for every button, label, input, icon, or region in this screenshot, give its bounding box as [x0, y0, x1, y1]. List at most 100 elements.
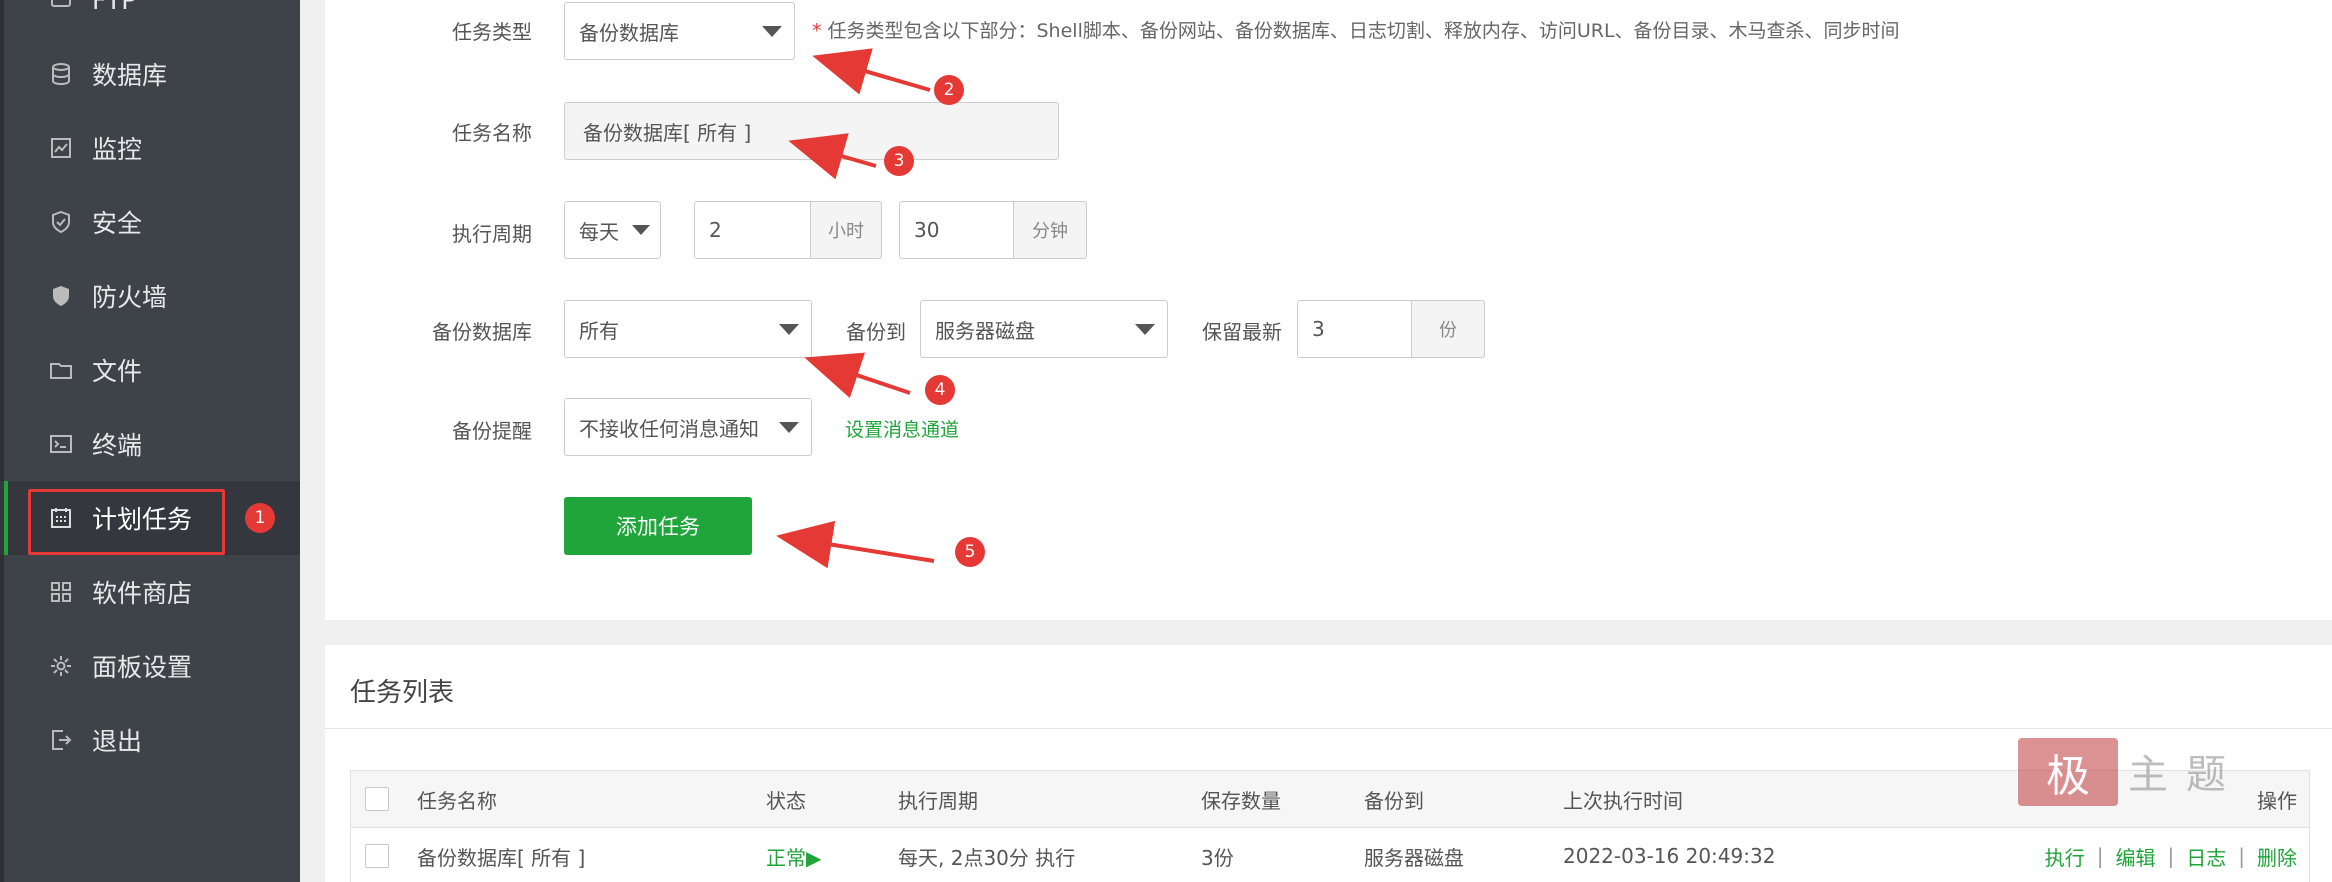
column-header-target: 备份到 — [1364, 788, 1424, 813]
separator: | — [2167, 844, 2175, 868]
run-link[interactable]: 执行 — [2045, 842, 2085, 871]
backup-db-select[interactable]: 所有 — [564, 300, 812, 358]
period-label: 执行周期 — [452, 222, 532, 246]
task-name-value: 备份数据库[ 所有 ] — [583, 120, 752, 145]
sidebar-item-ftp[interactable]: FTP — [0, 0, 300, 37]
select-all-checkbox[interactable] — [365, 787, 389, 811]
hour-unit: 小时 — [811, 201, 882, 259]
sidebar-item-label: 退出 — [92, 727, 143, 756]
task-type-select[interactable]: 备份数据库 — [564, 2, 795, 60]
task-name-input[interactable]: 备份数据库[ 所有 ] — [564, 102, 1059, 160]
watermark-seal: 极 — [2018, 738, 2118, 806]
gear-icon — [48, 653, 74, 679]
annotation-badge-1: 1 — [245, 503, 275, 533]
target-cell: 服务器磁盘 — [1364, 845, 1464, 870]
terminal-icon — [48, 431, 74, 457]
minute-input[interactable]: 30 — [899, 201, 1014, 259]
backup-db-label: 备份数据库 — [432, 320, 532, 344]
column-header-status: 状态 — [766, 788, 806, 813]
add-task-button[interactable]: 添加任务 — [564, 497, 752, 555]
sidebar-item-monitor[interactable]: 监控 — [0, 111, 300, 185]
highlight-box — [28, 489, 225, 555]
edit-link[interactable]: 编辑 — [2116, 842, 2156, 871]
last-run-cell: 2022-03-16 20:49:32 — [1563, 844, 1776, 868]
sidebar-item-database[interactable]: 数据库 — [0, 37, 300, 111]
notify-select[interactable]: 不接收任何消息通知 — [564, 398, 812, 456]
backup-to-label: 备份到 — [846, 320, 906, 344]
period-cell: 每天, 2点30分 执行 — [898, 845, 1076, 870]
log-link[interactable]: 日志 — [2186, 842, 2226, 871]
separator: | — [2096, 844, 2104, 868]
chevron-down-icon — [632, 225, 650, 235]
table-header: 任务名称 状态 执行周期 保存数量 备份到 上次执行时间 操作 — [350, 770, 2310, 828]
row-actions: 执行 | 编辑 | 日志 | 删除 — [2045, 828, 2297, 882]
annotation-badge-3: 3 — [884, 146, 914, 176]
sidebar-item-label: 面板设置 — [92, 653, 193, 682]
task-type-hint: * 任务类型包含以下部分：Shell脚本、备份网站、备份数据库、日志切割、释放内存… — [812, 16, 1900, 43]
required-star: * — [812, 20, 822, 42]
backup-to-select[interactable]: 服务器磁盘 — [920, 300, 1168, 358]
sidebar-item-label: 监控 — [92, 135, 143, 164]
sidebar-item-label: 终端 — [92, 431, 143, 460]
task-name-label: 任务名称 — [452, 121, 532, 145]
keep-value: 3 — [1312, 317, 1325, 341]
column-header-period: 执行周期 — [898, 788, 978, 813]
sidebar: FTP 数据库 监控 安全 防火墙 文件 终端 计划任务 软件商店 面板设置 退… — [0, 0, 300, 882]
column-header-last-run: 上次执行时间 — [1563, 788, 1683, 813]
active-indicator — [4, 481, 8, 555]
task-type-label: 任务类型 — [452, 20, 532, 44]
sidebar-item-security[interactable]: 安全 — [0, 185, 300, 259]
watermark-logo: 极 主题 — [2018, 738, 2258, 808]
sidebar-item-label: 安全 — [92, 209, 143, 238]
task-name-cell: 备份数据库[ 所有 ] — [417, 845, 586, 870]
table-row: 备份数据库[ 所有 ] 正常▶ 每天, 2点30分 执行 3份 服务器磁盘 20… — [350, 828, 2310, 882]
period-type-select[interactable]: 每天 — [564, 201, 661, 259]
column-header-actions: 操作 — [2257, 788, 2297, 813]
sidebar-item-label: FTP — [92, 0, 137, 15]
apps-grid-icon — [48, 579, 74, 605]
monitor-icon — [48, 135, 74, 161]
column-header-name: 任务名称 — [417, 788, 497, 813]
logout-icon — [48, 727, 74, 753]
firewall-icon — [48, 283, 74, 309]
hint-text: 任务类型包含以下部分：Shell脚本、备份网站、备份数据库、日志切割、释放内存、… — [827, 20, 1900, 42]
divider — [325, 728, 2332, 729]
sidebar-item-firewall[interactable]: 防火墙 — [0, 259, 300, 333]
shield-icon — [48, 209, 74, 235]
chevron-down-icon — [762, 26, 782, 37]
separator: | — [2238, 844, 2245, 868]
delete-link[interactable]: 删除 — [2257, 842, 2297, 871]
keep-label: 保留最新 — [1202, 320, 1282, 344]
status-toggle[interactable]: 正常▶ — [766, 828, 821, 882]
chevron-down-icon — [779, 324, 799, 335]
annotation-badge-5: 5 — [955, 537, 985, 567]
period-type-value: 每天 — [579, 219, 619, 244]
notify-channel-link[interactable]: 设置消息通道 — [845, 415, 959, 442]
folder-icon — [48, 357, 74, 383]
hour-input[interactable]: 2 — [694, 201, 811, 259]
sidebar-item-label: 防火墙 — [92, 283, 168, 312]
task-type-value: 备份数据库 — [579, 20, 679, 45]
row-checkbox[interactable] — [365, 844, 389, 868]
sidebar-item-label: 软件商店 — [92, 579, 193, 608]
chevron-down-icon — [1135, 324, 1155, 335]
notify-value: 不接收任何消息通知 — [579, 416, 759, 441]
keep-input[interactable]: 3 — [1297, 300, 1412, 358]
backup-db-value: 所有 — [579, 318, 619, 343]
annotation-badge-2: 2 — [934, 75, 964, 105]
sidebar-item-label: 数据库 — [92, 61, 168, 90]
backup-to-value: 服务器磁盘 — [935, 318, 1035, 343]
sidebar-item-files[interactable]: 文件 — [0, 333, 300, 407]
sidebar-item-terminal[interactable]: 终端 — [0, 407, 300, 481]
sidebar-item-settings[interactable]: 面板设置 — [0, 629, 300, 703]
sidebar-item-store[interactable]: 软件商店 — [0, 555, 300, 629]
ftp-icon — [48, 0, 74, 13]
sidebar-item-label: 文件 — [92, 357, 143, 386]
annotation-badge-4: 4 — [925, 375, 955, 405]
keep-unit: 份 — [1412, 300, 1485, 358]
minute-value: 30 — [914, 218, 940, 242]
database-icon — [48, 61, 74, 87]
sidebar-item-logout[interactable]: 退出 — [0, 703, 300, 777]
watermark-text: 主题 — [2128, 752, 2244, 798]
chevron-down-icon — [779, 422, 799, 433]
